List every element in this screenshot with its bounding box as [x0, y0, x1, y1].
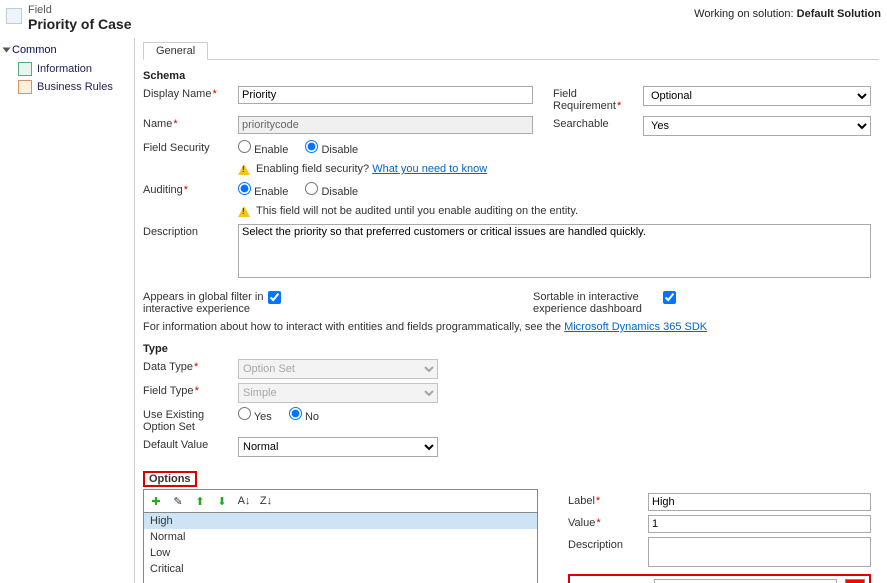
move-down-button[interactable]: ⬇ — [214, 493, 230, 509]
option-item[interactable]: Normal — [144, 529, 537, 545]
chevron-down-icon — [3, 48, 11, 53]
option-label-input[interactable] — [648, 493, 871, 511]
tab-bar: General — [143, 38, 879, 60]
data-type-select: Option Set — [238, 359, 438, 379]
option-description-input[interactable] — [648, 537, 871, 567]
sidebar: Common Information Business Rules — [0, 38, 135, 583]
field-security-help-link[interactable]: What you need to know — [372, 163, 487, 175]
field-type-select: Simple — [238, 383, 438, 403]
header-supertitle: Field — [28, 4, 694, 16]
solution-indicator: Working on solution: Default Solution — [694, 4, 881, 32]
edit-option-button[interactable]: ✎ — [170, 493, 186, 509]
sidebar-group-common[interactable]: Common — [4, 44, 130, 56]
label-option-description: Description — [568, 539, 623, 551]
sdk-info: For information about how to interact wi… — [143, 321, 879, 333]
options-toolbar: ✚ ✎ ⬆ ⬇ A↓ Z↓ — [144, 490, 537, 512]
global-filter-checkbox[interactable] — [268, 291, 281, 304]
label-sortable-dashboard: Sortable in interactive experience dashb… — [533, 291, 642, 315]
label-field-requirement: Field Requirement — [553, 88, 616, 112]
use-existing-yes-radio[interactable]: Yes — [238, 411, 272, 423]
field-security-enable-radio[interactable]: Enable — [238, 144, 288, 156]
required-star: * — [212, 88, 216, 100]
warning-icon — [238, 206, 250, 217]
auditing-enable-radio[interactable]: Enable — [238, 186, 288, 198]
auditing-warning: This field will not be audited until you… — [238, 205, 879, 217]
options-list[interactable]: High Normal Low Critical — [144, 512, 537, 583]
auditing-disable-radio[interactable]: Disable — [305, 186, 358, 198]
option-item[interactable]: Low — [144, 545, 537, 561]
entity-icon — [6, 8, 22, 24]
label-searchable: Searchable — [553, 118, 609, 130]
name-input — [238, 116, 533, 134]
section-schema: Schema — [143, 70, 879, 82]
field-security-warning: Enabling field security? What you need t… — [238, 163, 879, 175]
display-name-input[interactable] — [238, 86, 533, 104]
required-star: * — [195, 385, 199, 397]
warning-icon — [238, 164, 250, 175]
section-type: Type — [143, 343, 879, 355]
label-use-existing-option-set: Use Existing Option Set — [143, 409, 204, 433]
label-auditing: Auditing — [143, 184, 183, 196]
default-value-select[interactable]: Normal — [238, 437, 438, 457]
sdk-link[interactable]: Microsoft Dynamics 365 SDK — [564, 321, 707, 333]
info-icon — [18, 62, 32, 76]
label-field-type: Field Type — [143, 385, 194, 397]
sidebar-item-label: Information — [37, 63, 92, 75]
label-data-type: Data Type — [143, 361, 193, 373]
sort-desc-button[interactable]: Z↓ — [258, 493, 274, 509]
description-textarea[interactable] — [238, 224, 871, 278]
label-option-label: Label — [568, 495, 595, 507]
field-requirement-select[interactable]: Optional — [643, 86, 871, 106]
searchable-select[interactable]: Yes — [643, 116, 871, 136]
required-star: * — [184, 184, 188, 196]
move-up-button[interactable]: ⬆ — [192, 493, 208, 509]
label-default-value: Default Value — [143, 439, 208, 451]
sortable-dashboard-checkbox[interactable] — [663, 291, 676, 304]
label-description: Description — [143, 226, 198, 238]
option-item[interactable]: High — [144, 513, 537, 529]
field-security-disable-radio[interactable]: Disable — [305, 144, 358, 156]
use-existing-no-radio[interactable]: No — [289, 411, 319, 423]
sidebar-item-business-rules[interactable]: Business Rules — [4, 78, 130, 96]
page-title: Priority of Case — [28, 16, 694, 32]
color-swatch[interactable] — [845, 579, 865, 583]
add-option-button[interactable]: ✚ — [148, 493, 164, 509]
section-options: Options — [143, 471, 197, 487]
options-panel: ✚ ✎ ⬆ ⬇ A↓ Z↓ High Normal Low Critical — [143, 489, 538, 583]
sidebar-item-information[interactable]: Information — [4, 60, 130, 78]
rules-icon — [18, 80, 32, 94]
sidebar-item-label: Business Rules — [37, 81, 113, 93]
option-value-input[interactable] — [648, 515, 871, 533]
sort-asc-button[interactable]: A↓ — [236, 493, 252, 509]
label-global-filter: Appears in global filter in interactive … — [143, 291, 263, 315]
required-star: * — [173, 118, 177, 130]
required-star: * — [617, 100, 621, 112]
tab-general[interactable]: General — [143, 42, 208, 60]
required-star: * — [596, 495, 600, 507]
label-field-security: Field Security — [143, 142, 210, 154]
required-star: * — [194, 361, 198, 373]
label-option-value: Value — [568, 517, 595, 529]
option-color-input[interactable] — [654, 579, 837, 583]
required-star: * — [596, 517, 600, 529]
label-name: Name — [143, 118, 172, 130]
option-item[interactable]: Critical — [144, 561, 537, 577]
label-display-name: Display Name — [143, 88, 211, 100]
